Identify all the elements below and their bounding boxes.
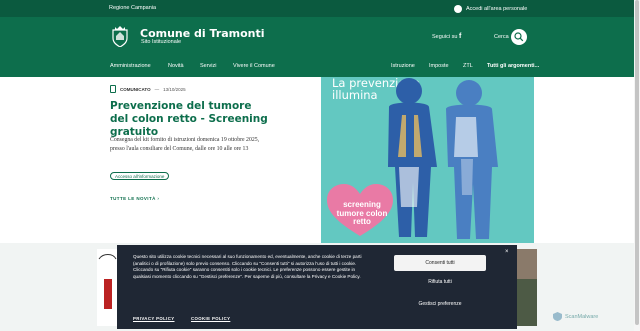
- site-subtitle: Sito Istituzionale: [141, 39, 182, 45]
- news-date: 13/10/2025: [163, 86, 186, 92]
- nav-novita[interactable]: Novità: [168, 63, 184, 69]
- arrow-right-icon: ›: [157, 196, 160, 201]
- nav-servizi[interactable]: Servizi: [200, 63, 217, 69]
- top-bar: Regione Campania Accedi all'area persona…: [0, 0, 634, 17]
- news-hero: COMUNICATO — 13/10/2025 Prevenzione del …: [0, 77, 634, 243]
- facebook-icon[interactable]: f: [459, 33, 461, 40]
- news-summary: Consegna del kit fornito di istruzioni d…: [110, 137, 260, 152]
- nav-vivere[interactable]: Vivere il Comune: [233, 63, 275, 69]
- search-button[interactable]: [511, 29, 527, 45]
- topic-tag[interactable]: Accesso all'informazione: [110, 172, 170, 180]
- scrollbar-thumb[interactable]: [635, 0, 639, 325]
- scanmalware-badge: ScanMalware: [553, 312, 598, 321]
- news-category: COMUNICATO: [120, 86, 151, 92]
- manage-preferences-button[interactable]: Gestisci preferenze: [394, 296, 486, 312]
- user-icon: [454, 4, 462, 13]
- left-thumbnail-art: [97, 249, 118, 326]
- right-thumbnail[interactable]: [516, 249, 537, 326]
- nav-imposte[interactable]: Imposte: [429, 63, 449, 69]
- accept-all-button[interactable]: Consenti tutti: [394, 255, 486, 271]
- news-headline[interactable]: Prevenzione del tumore del colon retto -…: [110, 100, 272, 139]
- search-label: Cerca: [494, 34, 509, 40]
- close-icon[interactable]: ×: [505, 249, 509, 256]
- search-icon: [514, 32, 524, 42]
- document-icon: [110, 85, 116, 93]
- right-thumbnail-art: [516, 249, 537, 326]
- nav-amministrazione[interactable]: Amministrazione: [110, 63, 151, 69]
- cookie-text: Questo sito utilizza cookie tecnici nece…: [133, 254, 362, 279]
- main-nav: Amministrazione Novità Servizi Vivere il…: [0, 60, 634, 77]
- nav-ztl[interactable]: ZTL: [463, 63, 473, 69]
- news-meta: COMUNICATO — 13/10/2025: [110, 85, 186, 93]
- left-thumbnail[interactable]: [97, 249, 118, 326]
- shield-icon: [553, 312, 562, 321]
- all-news-label: TUTTE LE NOVITÀ: [110, 196, 156, 201]
- cookie-banner: Questo sito utilizza cookie tecnici nece…: [117, 245, 517, 329]
- cookie-policy-link[interactable]: COOKIE POLICY: [191, 316, 230, 323]
- reject-all-button[interactable]: Rifiuta tutti: [394, 274, 486, 290]
- campaign-poster[interactable]: La prevenzione illumina screening tumore…: [321, 77, 534, 243]
- meta-separator: —: [154, 86, 160, 92]
- nav-all-topics[interactable]: Tutti gli argomenti...: [487, 63, 539, 69]
- municipal-crest-icon: [112, 26, 128, 47]
- privacy-policy-link[interactable]: PRIVACY POLICY: [133, 316, 175, 323]
- watermark-label: ScanMalware: [565, 313, 599, 320]
- poster-heart-text: screening tumore colon retto: [336, 200, 388, 226]
- follow-label: Seguici su: [432, 34, 458, 40]
- login-label: Accedi all'area personale: [466, 5, 528, 12]
- nav-istruzione[interactable]: Istruzione: [391, 63, 415, 69]
- region-link[interactable]: Regione Campania: [109, 5, 156, 11]
- login-button[interactable]: Accedi all'area personale: [454, 3, 527, 14]
- site-header: Comune di Tramonti Sito Istituzionale Se…: [0, 17, 634, 60]
- all-news-link[interactable]: TUTTE LE NOVITÀ ›: [110, 196, 159, 201]
